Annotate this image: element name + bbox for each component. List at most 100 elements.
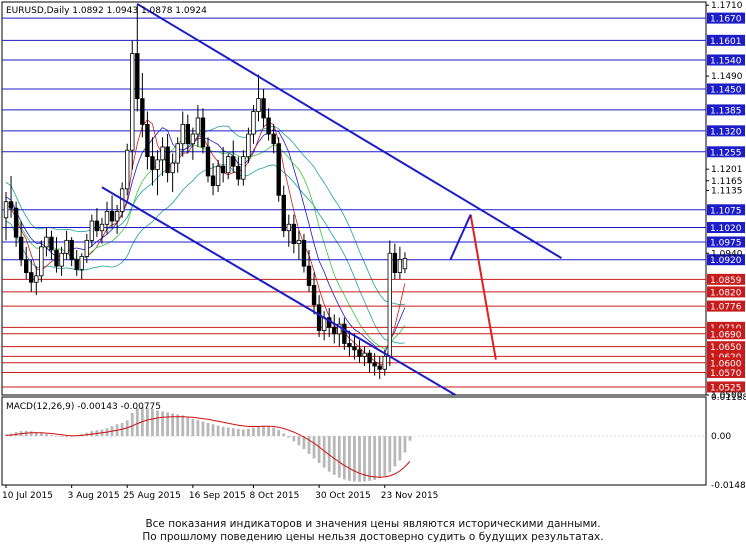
candle-body-71 bbox=[362, 352, 367, 357]
candle-body-36 bbox=[185, 124, 190, 145]
candle-body-49 bbox=[251, 111, 256, 135]
candle-body-65 bbox=[332, 326, 337, 335]
candle-body-33 bbox=[170, 162, 175, 174]
macd-bar-75 bbox=[383, 436, 387, 477]
chart-canvas: 1.1670 1.1601 1.1540 1.1450 1.1385 1.1320 1.12… bbox=[1, 1, 746, 501]
candle-body-37 bbox=[190, 133, 196, 145]
level-label-19: 1.0570 bbox=[710, 369, 742, 379]
macd-bar-53 bbox=[272, 427, 276, 437]
macd-bar-80 bbox=[408, 436, 412, 441]
macd-bar-25 bbox=[130, 413, 134, 437]
candle-body-16 bbox=[84, 239, 89, 257]
macd-bar-70 bbox=[358, 436, 361, 482]
macd-bar-76 bbox=[388, 436, 392, 473]
macd-bar-46 bbox=[236, 428, 240, 437]
level-label-0: 1.1670 bbox=[710, 15, 742, 25]
candle-body-75 bbox=[382, 355, 387, 370]
candle-body-50 bbox=[256, 98, 261, 112]
macd-bar-62 bbox=[317, 436, 321, 464]
x-tick-label-5: 30 Oct 2015 bbox=[315, 491, 371, 501]
level-label-4: 1.1385 bbox=[710, 106, 742, 116]
macd-bar-65 bbox=[332, 436, 336, 475]
candle-body-22 bbox=[114, 210, 120, 222]
macd-bar-31 bbox=[161, 411, 164, 437]
level-label-9: 1.0975 bbox=[710, 238, 742, 248]
macd-bar-29 bbox=[151, 409, 154, 437]
candle-body-67 bbox=[342, 323, 347, 344]
candle-body-3 bbox=[18, 236, 24, 261]
candle-body-54 bbox=[276, 143, 281, 196]
y-tick-label-1: 1.1490 bbox=[711, 72, 743, 82]
candle-body-14 bbox=[74, 259, 79, 270]
candle-body-34 bbox=[175, 143, 180, 164]
x-tick-label-2: 25 Aug 2015 bbox=[123, 491, 181, 501]
macd-header: MACD(12,26,9) -0.00143 -0.00775 bbox=[6, 402, 161, 412]
macd-bar-55 bbox=[282, 433, 286, 437]
level-label-12: 1.0820 bbox=[710, 288, 742, 298]
candle-body-2 bbox=[13, 207, 19, 238]
candle-body-17 bbox=[89, 220, 95, 241]
candle-body-68 bbox=[347, 343, 352, 348]
candle-body-51 bbox=[261, 98, 266, 119]
macd-bar-32 bbox=[166, 412, 169, 437]
macd-bar-74 bbox=[378, 436, 382, 479]
macd-bar-42 bbox=[216, 425, 220, 437]
candle-body-18 bbox=[94, 220, 100, 232]
candle-body-39 bbox=[200, 117, 206, 148]
candle-body-28 bbox=[145, 124, 150, 158]
macd-bar-30 bbox=[156, 410, 159, 437]
candle-body-32 bbox=[165, 146, 170, 174]
level-label-5: 1.1320 bbox=[710, 127, 742, 137]
candle-body-26 bbox=[135, 53, 140, 100]
price-header: EURUSD,Daily 1.0892 1.0943 1.0878 1.0924 bbox=[6, 6, 207, 16]
candle-body-44 bbox=[225, 156, 231, 174]
candle-body-42 bbox=[215, 165, 221, 187]
candle-body-11 bbox=[59, 252, 64, 267]
macd-bar-67 bbox=[342, 436, 346, 480]
candle-body-38 bbox=[195, 117, 201, 135]
macd-bar-50 bbox=[257, 426, 260, 437]
candle-body-19 bbox=[99, 223, 105, 232]
level-label-6: 1.1255 bbox=[710, 148, 742, 158]
macd-y-tick-label-0: 0.01188 bbox=[711, 393, 746, 403]
candle-body-48 bbox=[246, 133, 251, 158]
macd-bar-5 bbox=[29, 431, 33, 437]
macd-bar-9 bbox=[50, 435, 53, 437]
candle-body-73 bbox=[372, 362, 377, 367]
candle-body-35 bbox=[180, 124, 185, 145]
macd-bar-40 bbox=[206, 422, 210, 437]
x-tick-label-4: 8 Oct 2015 bbox=[249, 491, 299, 501]
macd-bar-60 bbox=[307, 436, 311, 454]
macd-bar-10 bbox=[55, 436, 58, 437]
candle-body-59 bbox=[301, 239, 307, 267]
candle-body-25 bbox=[130, 53, 135, 151]
macd-bar-43 bbox=[221, 426, 225, 437]
level-label-3: 1.1450 bbox=[710, 85, 742, 95]
macd-bar-68 bbox=[348, 436, 351, 481]
candle-body-30 bbox=[155, 159, 160, 170]
candle-body-62 bbox=[316, 304, 322, 331]
candle-body-21 bbox=[109, 210, 115, 222]
candle-body-5 bbox=[29, 272, 34, 283]
candle-body-57 bbox=[291, 223, 297, 244]
candle-body-72 bbox=[367, 352, 372, 364]
macd-bar-41 bbox=[211, 424, 215, 437]
level-label-13: 1.0776 bbox=[710, 303, 742, 313]
candle-body-7 bbox=[39, 246, 44, 277]
macd-y-tick-label-1: 0.00 bbox=[711, 432, 731, 442]
macd-y-tick-label-2: -0.01487 bbox=[711, 481, 746, 491]
candle-body-70 bbox=[357, 349, 362, 357]
macd-bar-47 bbox=[241, 429, 245, 437]
macd-bar-35 bbox=[181, 415, 185, 437]
candle-body-24 bbox=[125, 149, 130, 190]
candle-body-45 bbox=[231, 156, 236, 167]
macd-bar-11 bbox=[60, 436, 63, 437]
candle-body-41 bbox=[210, 175, 216, 187]
y-tick-label-5: 1.0940 bbox=[711, 249, 743, 259]
macd-bar-39 bbox=[201, 421, 205, 437]
candle-body-56 bbox=[286, 223, 291, 232]
macd-bar-49 bbox=[252, 427, 255, 437]
macd-bar-12 bbox=[65, 436, 68, 438]
macd-bar-8 bbox=[45, 434, 48, 437]
macd-bar-26 bbox=[135, 408, 139, 437]
